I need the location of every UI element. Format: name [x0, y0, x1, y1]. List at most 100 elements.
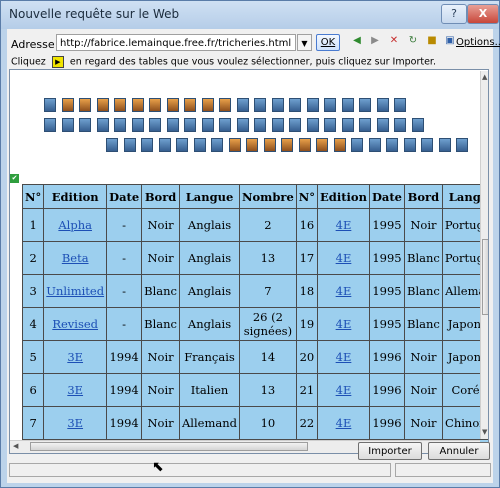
- card-thumbnail: [158, 138, 171, 152]
- table-cell: 10: [239, 406, 297, 440]
- table-cell: 7: [239, 274, 297, 308]
- card-thumbnail: [193, 138, 206, 152]
- table-cell: -: [106, 274, 143, 308]
- table-cell[interactable]: 3E: [43, 406, 108, 440]
- card-thumbnail: [184, 118, 196, 132]
- card-thumbnail: [263, 138, 276, 152]
- card-thumbnail: [123, 138, 136, 152]
- table-cell: 7: [21, 406, 45, 440]
- table-cell[interactable]: 4E: [317, 340, 370, 374]
- card-thumbnail: [316, 138, 328, 152]
- close-button[interactable]: X: [467, 4, 499, 24]
- table-cell: Anglais: [179, 307, 240, 341]
- card-thumbnail: [114, 118, 126, 132]
- card-thumbnail: [131, 118, 144, 132]
- card-thumbnail: [254, 118, 266, 132]
- table-cell: 1994: [106, 406, 143, 440]
- card-thumbnail: [211, 138, 223, 152]
- card-thumbnail: [351, 138, 363, 152]
- table-cell: Blanc: [404, 307, 443, 341]
- refresh-icon[interactable]: ↻: [406, 34, 420, 48]
- column-header: Edition: [43, 184, 108, 209]
- card-thumbnail-strip: [10, 96, 486, 196]
- table-cell[interactable]: 4E: [317, 208, 370, 242]
- mouse-cursor-icon: ⬉: [152, 459, 164, 475]
- web-preview-pane[interactable]: ✔ N° Edition Date Bord Langue Nombre N° Edition…: [9, 69, 489, 454]
- address-input[interactable]: http://fabrice.lemainque.free.fr/tricher…: [56, 34, 296, 51]
- table-cell: 2: [239, 208, 297, 242]
- card-thumbnail: [271, 118, 284, 132]
- card-thumbnail: [246, 138, 258, 152]
- table-cell: 1995: [368, 274, 406, 308]
- card-thumbnail: [376, 118, 389, 132]
- card-thumbnail: [438, 138, 451, 152]
- card-thumbnail: [201, 118, 214, 132]
- scroll-up-icon[interactable]: ▲: [482, 73, 487, 81]
- card-thumbnail: [228, 138, 241, 152]
- table-cell: 6: [21, 373, 45, 407]
- table-cell: 3: [21, 274, 45, 308]
- ok-button[interactable]: OK: [316, 34, 340, 51]
- table-cell[interactable]: 3E: [43, 340, 108, 374]
- status-bar-main: [9, 463, 391, 477]
- table-cell: 1: [21, 208, 45, 242]
- vertical-scroll-thumb[interactable]: [482, 239, 488, 315]
- horizontal-scroll-thumb[interactable]: [30, 442, 308, 451]
- import-button[interactable]: Importer: [358, 442, 422, 460]
- hide-icons-icon[interactable]: ■: [425, 34, 439, 48]
- scroll-left-icon[interactable]: ◀: [13, 442, 18, 450]
- table-cell: Anglais: [179, 274, 240, 308]
- scroll-down-icon[interactable]: ▼: [482, 428, 487, 436]
- cancel-button[interactable]: Annuler: [428, 442, 490, 460]
- column-header: Bord: [141, 184, 180, 209]
- card-thumbnail: [411, 118, 424, 132]
- vertical-scrollbar[interactable]: ▲ ▼: [480, 71, 488, 439]
- table-cell[interactable]: Unlimited: [43, 274, 108, 308]
- address-label: Adresse :: [11, 38, 62, 51]
- table-selected-check-icon[interactable]: ✔: [10, 174, 19, 183]
- card-thumbnail: [386, 138, 398, 152]
- card-thumbnail: [306, 98, 319, 112]
- column-header: Edition: [317, 184, 370, 209]
- card-thumbnail: [61, 118, 74, 132]
- card-thumbnail: [289, 118, 301, 132]
- card-thumbnail: [403, 138, 416, 152]
- card-thumbnail: [394, 98, 406, 112]
- column-header: Date: [368, 184, 406, 209]
- table-cell[interactable]: Beta: [43, 241, 108, 275]
- card-thumbnail: [324, 98, 336, 112]
- table-header-row: N° Edition Date Bord Langue Nombre N° Edition Da…: [21, 184, 488, 209]
- table-cell[interactable]: Revised: [43, 307, 108, 341]
- table-cell: 5: [21, 340, 45, 374]
- instruction-before: Cliquez: [11, 56, 46, 68]
- stop-icon[interactable]: ✕: [387, 34, 401, 48]
- table-cell: 1996: [368, 373, 406, 407]
- title-bar[interactable]: Nouvelle requête sur le Web ? X: [1, 1, 499, 29]
- card-thumbnail: [333, 138, 346, 152]
- options-button[interactable]: Options...: [456, 37, 500, 48]
- table-cell: -: [106, 208, 143, 242]
- help-button[interactable]: ?: [441, 4, 467, 24]
- table-cell: Noir: [404, 208, 443, 242]
- table-cell: Blanc: [141, 274, 180, 308]
- card-thumbnail: [254, 98, 266, 112]
- table-cell[interactable]: 4E: [317, 373, 370, 407]
- forward-icon[interactable]: ▶: [368, 34, 382, 48]
- card-thumbnail: [96, 98, 109, 112]
- table-cell: 17: [295, 241, 319, 275]
- table-cell: 4: [21, 307, 45, 341]
- column-header: Nombre: [239, 184, 297, 209]
- table-cell[interactable]: 4E: [317, 274, 370, 308]
- address-dropdown-button[interactable]: ▼: [297, 34, 312, 51]
- dialog-title: Nouvelle requête sur le Web: [9, 7, 180, 21]
- card-thumbnail: [359, 98, 371, 112]
- card-thumbnail: [289, 98, 301, 112]
- table-cell: Anglais: [179, 241, 240, 275]
- back-icon[interactable]: ◀: [350, 34, 364, 48]
- table-cell[interactable]: Alpha: [43, 208, 108, 242]
- table-cell[interactable]: 4E: [317, 241, 370, 275]
- table-cell[interactable]: 4E: [317, 406, 370, 440]
- save-query-icon[interactable]: ▣: [443, 34, 457, 48]
- table-cell[interactable]: 4E: [317, 307, 370, 341]
- table-cell[interactable]: 3E: [43, 373, 108, 407]
